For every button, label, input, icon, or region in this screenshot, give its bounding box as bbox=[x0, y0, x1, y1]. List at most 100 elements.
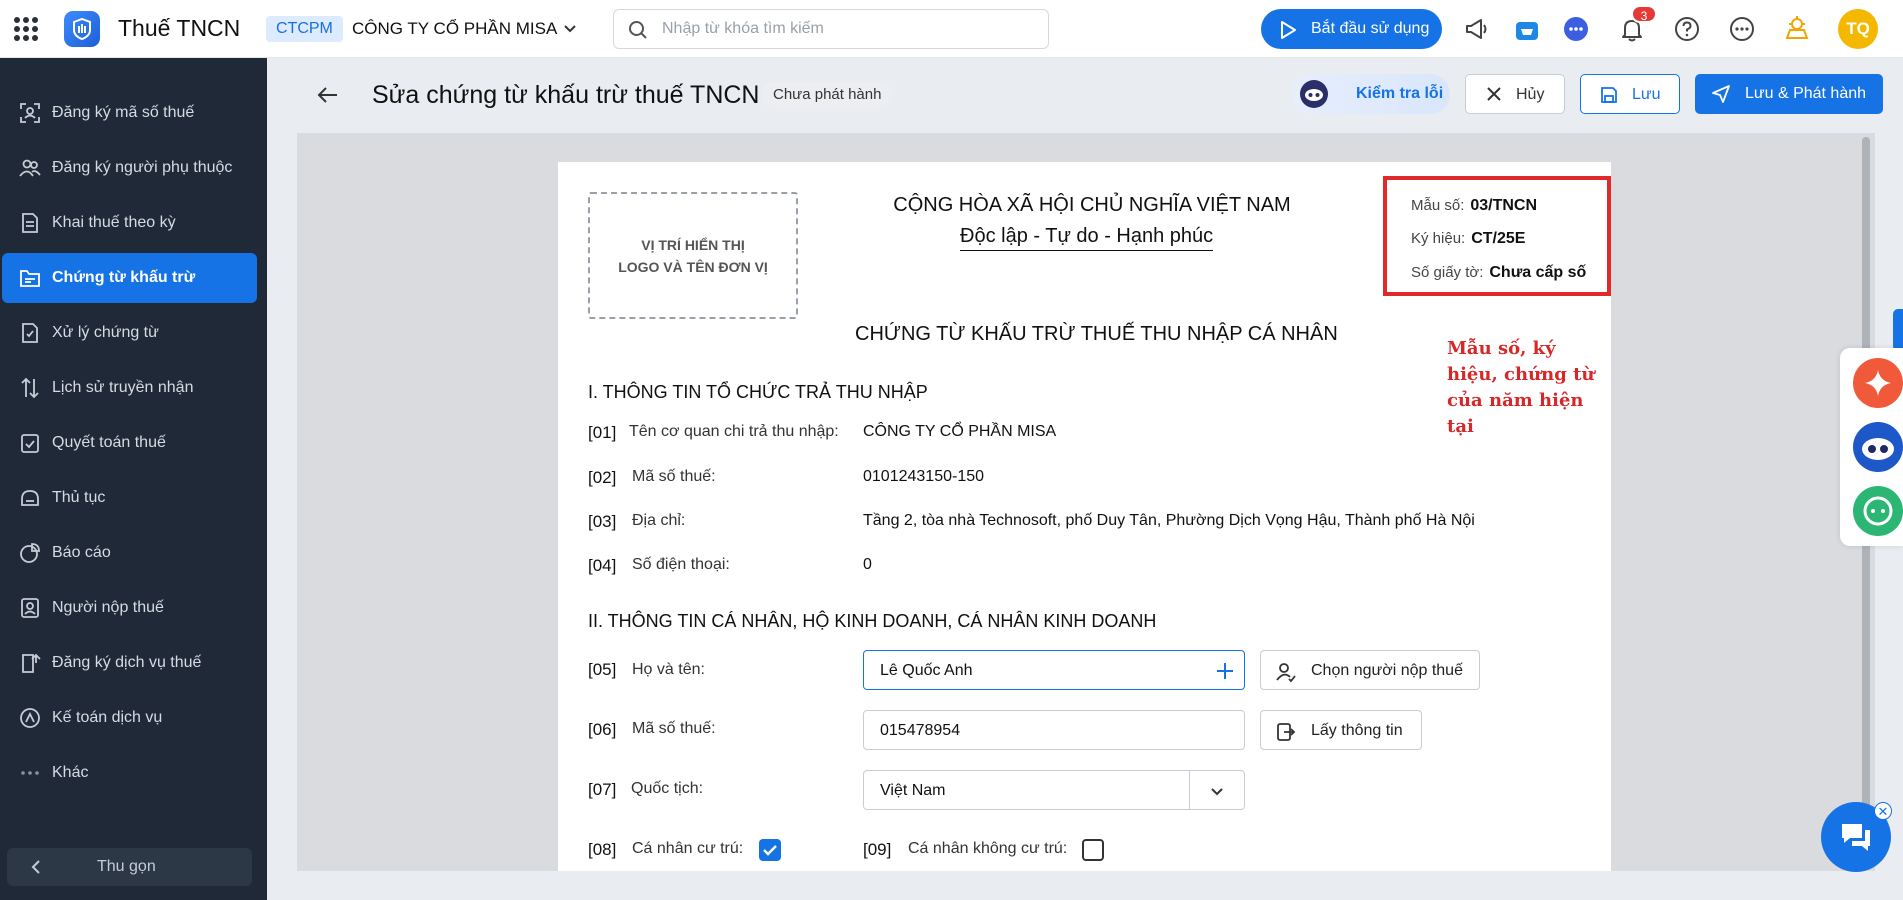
collapse-sidebar-button[interactable]: Thu gọn bbox=[7, 848, 252, 886]
payer-tax-code-value: 0101243150-150 bbox=[863, 468, 985, 485]
shop-icon[interactable] bbox=[1512, 14, 1542, 44]
cancel-button[interactable]: Hủy bbox=[1465, 74, 1565, 114]
sidebar-item-transfer-history[interactable]: Lịch sử truyền nhận bbox=[2, 363, 257, 413]
non-resident-checkbox[interactable] bbox=[1082, 839, 1104, 861]
sidebar-item-tax-settlement[interactable]: Quyết toán thuế bbox=[2, 418, 257, 468]
annotation-note: Mẫu số, ký hiệu, chứng từ của năm hiện t… bbox=[1447, 338, 1595, 437]
chevron-down-icon[interactable] bbox=[561, 20, 579, 38]
nation-heading: CỘNG HÒA XÃ HỘI CHỦ NGHĨA VIỆT NAM bbox=[893, 194, 1291, 216]
sidebar-item-voucher-processing[interactable]: Xử lý chứng từ bbox=[2, 308, 257, 358]
start-using-label: Bắt đầu sử dụng bbox=[1311, 20, 1430, 37]
sidebar-item-tax-code-register[interactable]: Đăng ký mã số thuế bbox=[2, 88, 257, 138]
choose-taxpayer-button[interactable]: Chọn người nộp thuế bbox=[1260, 650, 1480, 690]
save-button[interactable]: Lưu bbox=[1580, 74, 1680, 114]
more-options-icon[interactable] bbox=[1727, 14, 1757, 44]
field-label: Tên cơ quan chi trả thu nhập: bbox=[629, 423, 839, 440]
add-icon[interactable] bbox=[1214, 660, 1236, 682]
field-label: Cá nhân không cư trú: bbox=[908, 840, 1068, 857]
symbol-row: Ký hiệu: CT/25E bbox=[1411, 230, 1526, 247]
scan-id-icon bbox=[20, 103, 40, 123]
search-icon bbox=[629, 21, 647, 39]
help-icon[interactable] bbox=[1672, 14, 1702, 44]
megaphone-icon[interactable] bbox=[1462, 14, 1492, 44]
sidebar-item-report[interactable]: Báo cáo bbox=[2, 528, 257, 578]
top-bar: Thuế TNCN CTCPM CÔNG TY CỔ PHẦN MISA Bắt… bbox=[0, 0, 1903, 58]
field-label: Mã số thuế: bbox=[632, 720, 716, 737]
avatar[interactable]: TQ bbox=[1838, 9, 1878, 49]
accounting-icon bbox=[20, 708, 40, 728]
field-label: Số điện thoại: bbox=[632, 556, 730, 573]
save-icon bbox=[1601, 87, 1617, 103]
sidebar-item-service-accounting[interactable]: Kế toán dịch vụ bbox=[2, 693, 257, 743]
sidebar-item-withholding-voucher[interactable]: Chứng từ khấu trừ bbox=[2, 253, 257, 303]
field-code: [06] bbox=[588, 720, 617, 739]
sidebar-item-procedure[interactable]: Thủ tục bbox=[2, 473, 257, 523]
field-code: [02] bbox=[588, 468, 617, 487]
back-arrow-icon[interactable] bbox=[315, 82, 341, 108]
field-label: Mã số thuế: bbox=[632, 468, 716, 485]
start-using-button[interactable]: Bắt đầu sử dụng bbox=[1261, 9, 1442, 49]
sidebar: Đăng ký mã số thuế Đăng ký người phụ thu… bbox=[0, 58, 267, 900]
search-input[interactable] bbox=[662, 18, 1032, 40]
doc-number-row: Số giấy tờ: Chưa cấp số bbox=[1411, 264, 1587, 281]
sidebar-item-periodic-declaration[interactable]: Khai thuế theo kỳ bbox=[2, 198, 257, 248]
ai-sparkle-icon[interactable] bbox=[1853, 358, 1903, 408]
fetch-info-icon bbox=[1277, 723, 1296, 741]
field-code: [04] bbox=[588, 556, 617, 575]
app-logo-icon bbox=[64, 11, 100, 47]
status-badge: Chưa phát hành bbox=[761, 82, 894, 108]
send-icon bbox=[1712, 85, 1730, 103]
fetch-info-button[interactable]: Lấy thông tin bbox=[1260, 710, 1422, 750]
payer-name-value: CÔNG TY CỔ PHẦN MISA bbox=[863, 423, 1057, 440]
messenger-icon[interactable] bbox=[1561, 14, 1591, 44]
app-grid-icon[interactable] bbox=[14, 17, 38, 41]
resident-checkbox[interactable] bbox=[759, 839, 781, 861]
notification-count-badge: 3 bbox=[1631, 5, 1657, 23]
field-label: Quốc tịch: bbox=[631, 780, 704, 797]
document-title: CHỨNG TỪ KHẤU TRỪ THUẾ THU NHẬP CÁ NHÂN bbox=[855, 323, 1338, 345]
voucher-icon bbox=[20, 270, 40, 287]
form-number-row: Mẫu số: 03/TNCN bbox=[1411, 197, 1538, 214]
chevron-left-icon bbox=[31, 860, 40, 874]
logo-placeholder[interactable]: VỊ TRÍ HIỂN THỊ LOGO VÀ TÊN ĐƠN VỊ bbox=[588, 192, 798, 319]
people-icon bbox=[19, 159, 41, 177]
individual-tax-code-input[interactable]: 015478954 bbox=[863, 710, 1245, 750]
settlement-icon bbox=[21, 434, 39, 453]
motto: Độc lập - Tự do - Hạnh phúc bbox=[960, 225, 1214, 251]
play-icon bbox=[1281, 21, 1296, 39]
field-code: [07] bbox=[588, 780, 617, 799]
user-select-icon bbox=[1276, 663, 1296, 683]
full-name-input[interactable]: Lê Quốc Anh bbox=[863, 650, 1245, 690]
edge-expand-tab[interactable] bbox=[1893, 309, 1903, 351]
field-code: [05] bbox=[588, 660, 617, 679]
floating-assistant-panel bbox=[1840, 348, 1903, 546]
field-code: [01] bbox=[588, 423, 617, 442]
support-chat-icon[interactable] bbox=[1853, 486, 1903, 536]
field-code: [09] bbox=[863, 840, 892, 859]
sidebar-item-dependent-register[interactable]: Đăng ký người phụ thuộc bbox=[2, 143, 257, 193]
sidebar-item-other[interactable]: Khác bbox=[2, 748, 257, 798]
save-and-publish-button[interactable]: Lưu & Phát hành bbox=[1695, 74, 1883, 114]
check-errors-button[interactable]: Kiểm tra lỗi bbox=[1292, 74, 1450, 114]
chevron-down-icon[interactable] bbox=[1209, 784, 1225, 800]
service-register-icon bbox=[22, 653, 41, 673]
sidebar-item-tax-service-register[interactable]: Đăng ký dịch vụ thuế bbox=[2, 638, 257, 688]
page-title: Sửa chứng từ khấu trừ thuế TNCN bbox=[372, 81, 760, 109]
location-star-icon[interactable] bbox=[1782, 14, 1812, 44]
field-code: [03] bbox=[588, 512, 617, 531]
field-label: Cá nhân cư trú: bbox=[632, 840, 744, 857]
field-code: [08] bbox=[588, 840, 617, 859]
close-chat-icon[interactable]: ✕ bbox=[1874, 802, 1892, 820]
form-info-box[interactable]: Mẫu số: 03/TNCN Ký hiệu: CT/25E Số giấy tờ… bbox=[1383, 176, 1611, 296]
nationality-select[interactable]: Việt Nam bbox=[863, 770, 1245, 810]
search-box[interactable] bbox=[613, 9, 1049, 49]
transfer-icon bbox=[21, 377, 39, 399]
robot-assistant-icon[interactable] bbox=[1853, 422, 1903, 472]
org-name[interactable]: CÔNG TY CỔ PHẦN MISA bbox=[352, 19, 557, 39]
field-label: Địa chỉ: bbox=[632, 512, 686, 529]
procedure-icon bbox=[21, 490, 39, 506]
more-dots-icon bbox=[21, 771, 39, 775]
sidebar-item-taxpayer[interactable]: Người nộp thuế bbox=[2, 583, 257, 633]
pie-chart-icon bbox=[20, 543, 40, 563]
org-code-badge[interactable]: CTCPM bbox=[266, 16, 343, 42]
